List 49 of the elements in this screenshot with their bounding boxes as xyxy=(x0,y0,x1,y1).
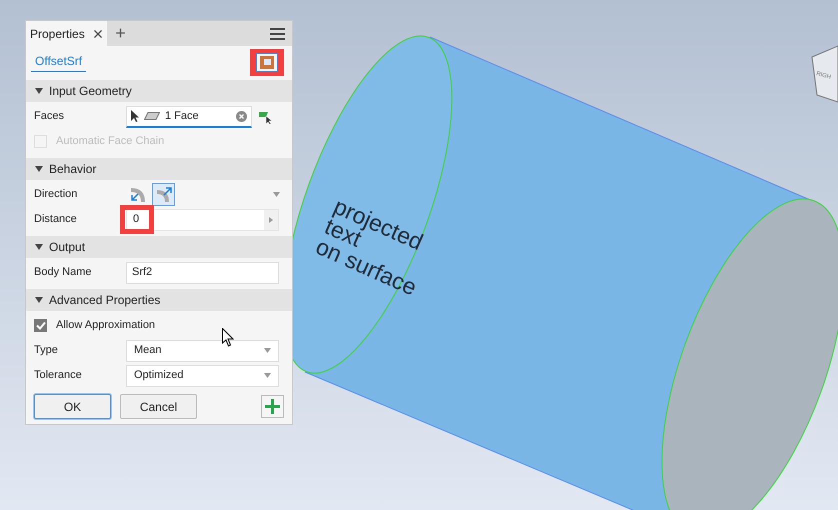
field-value: Optimized xyxy=(134,368,184,384)
section-title: Input Geometry xyxy=(49,83,132,100)
expand-caret-icon xyxy=(35,244,43,250)
cursor-arrow-icon xyxy=(131,110,139,122)
expand-caret-icon xyxy=(35,88,43,94)
field-label: Direction xyxy=(34,187,78,202)
checkbox-label: Automatic Face Chain xyxy=(56,134,164,150)
ok-button[interactable]: OK xyxy=(34,394,111,419)
field-value: 0 xyxy=(132,212,140,228)
mouse-cursor-icon xyxy=(222,328,234,347)
field-label: Body Name xyxy=(34,265,92,280)
checkbox-label: Allow Approximation xyxy=(56,318,156,334)
dropdown-field[interactable]: Optimized xyxy=(126,364,279,386)
field-label: Faces xyxy=(34,109,65,124)
section-header[interactable]: Advanced Properties xyxy=(26,289,292,311)
section-header[interactable]: Input Geometry xyxy=(26,80,292,102)
field-value: 1 Face xyxy=(165,108,199,124)
properties-tab[interactable]: Properties × xyxy=(26,21,108,46)
view-cube-drawing xyxy=(811,45,838,103)
checkbox[interactable] xyxy=(34,319,47,332)
highlighted-button[interactable] xyxy=(250,48,284,76)
direction-button[interactable] xyxy=(152,183,175,206)
clear-icon[interactable] xyxy=(236,110,247,122)
field-value: Mean xyxy=(134,343,162,358)
add-tab-button[interactable]: + xyxy=(107,21,134,46)
field-label: Tolerance xyxy=(34,368,83,384)
field-label: Type xyxy=(34,343,59,358)
feature-name-field[interactable]: OffsetSrf xyxy=(31,52,86,72)
caret-icon xyxy=(264,348,271,353)
body-name-field[interactable]: Srf2 xyxy=(126,262,279,284)
expand-caret-icon xyxy=(35,166,43,172)
expand-caret-icon xyxy=(35,297,43,303)
caret-icon xyxy=(264,373,271,378)
face-chain-icon[interactable] xyxy=(258,110,274,124)
menu-icon[interactable] xyxy=(270,28,285,40)
caret-icon[interactable] xyxy=(273,192,280,197)
dropdown-field[interactable]: Mean xyxy=(126,340,279,362)
face-selection-field[interactable]: 1 Face xyxy=(126,106,252,128)
section-header[interactable]: Behavior xyxy=(26,158,292,180)
section-title: Advanced Properties xyxy=(49,292,160,309)
add-button[interactable] xyxy=(261,395,284,418)
field-label: Distance xyxy=(34,212,78,228)
close-tab-button[interactable]: × xyxy=(92,24,104,42)
face-icon xyxy=(144,112,160,120)
distance-field[interactable]: 0 xyxy=(126,208,279,230)
cancel-button[interactable]: Cancel xyxy=(120,394,197,419)
section-header[interactable]: Output xyxy=(26,236,292,258)
section-title: Behavior xyxy=(49,161,96,178)
section-title: Output xyxy=(49,239,86,256)
